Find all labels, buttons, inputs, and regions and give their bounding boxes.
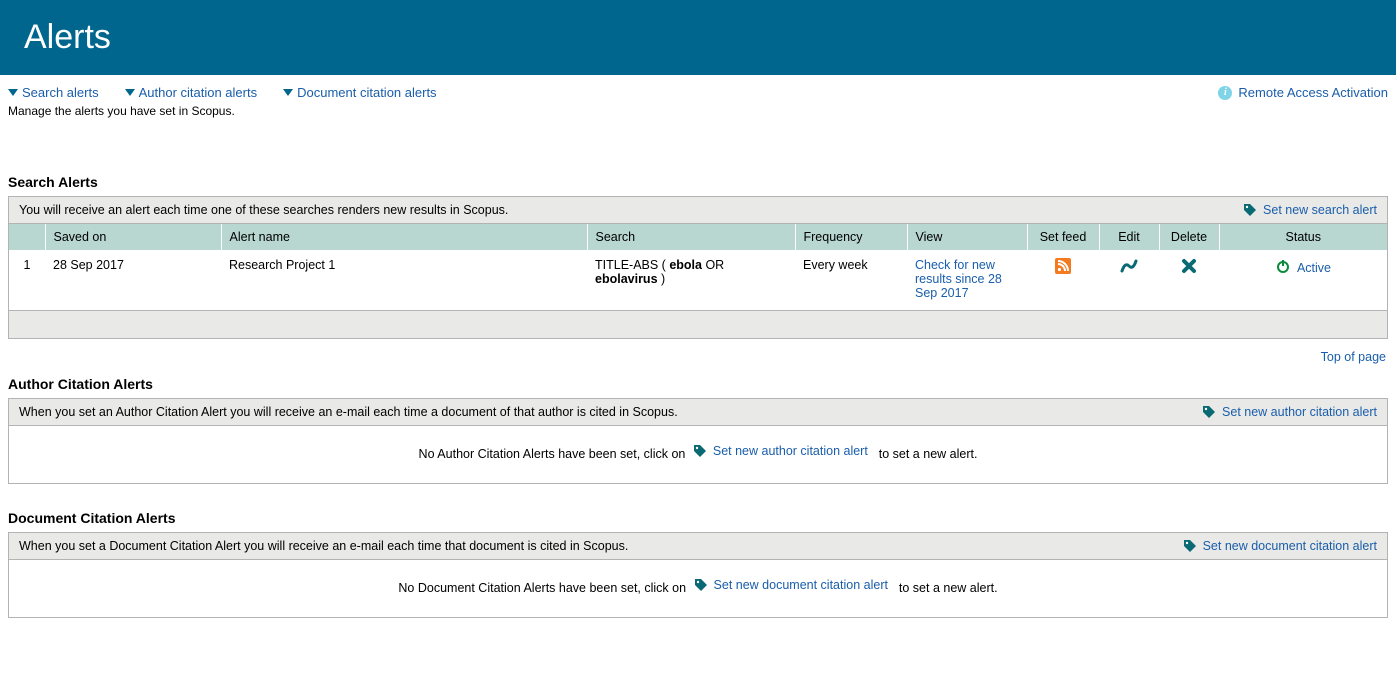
author-empty-message: No Author Citation Alerts have been set,…	[9, 426, 1387, 483]
document-citation-desc: When you set a Document Citation Alert y…	[19, 539, 628, 553]
chevron-down-icon	[125, 89, 135, 96]
search-mid: OR	[702, 258, 724, 272]
cell-frequency: Every week	[795, 250, 907, 310]
set-new-search-alert[interactable]: Set new search alert	[1243, 203, 1377, 217]
document-empty-pre: No Document Citation Alerts have been se…	[398, 581, 686, 595]
edit-icon[interactable]	[1120, 258, 1138, 277]
tag-icon	[693, 444, 707, 458]
rss-icon[interactable]	[1055, 258, 1071, 277]
document-citation-section: Document Citation Alerts When you set a …	[0, 498, 1396, 638]
col-header-view[interactable]: View	[907, 224, 1027, 250]
cell-status: Active	[1219, 250, 1387, 310]
nav-label: Document citation alerts	[297, 85, 436, 100]
col-header-set-feed[interactable]: Set feed	[1027, 224, 1099, 250]
cell-search: TITLE-ABS ( ebola OR ebolavirus )	[587, 250, 795, 310]
set-new-author-inline-label: Set new author citation alert	[713, 444, 868, 458]
chevron-down-icon	[283, 89, 293, 96]
power-icon	[1275, 258, 1291, 277]
set-new-document-citation-alert[interactable]: Set new document citation alert	[1183, 539, 1377, 553]
author-empty-post: to set a new alert.	[879, 447, 978, 461]
cell-delete	[1159, 250, 1219, 310]
cell-saved-on: 28 Sep 2017	[45, 250, 221, 310]
set-new-document-citation-alert-inline[interactable]: Set new document citation alert	[694, 578, 888, 592]
col-header-status[interactable]: Status	[1219, 224, 1387, 250]
search-alerts-panel-head: You will receive an alert each time one …	[9, 197, 1387, 224]
author-citation-section: Author Citation Alerts When you set an A…	[0, 364, 1396, 484]
set-new-document-inline-label: Set new document citation alert	[714, 578, 888, 592]
tag-icon	[1183, 539, 1197, 553]
search-alerts-panel: You will receive an alert each time one …	[8, 196, 1388, 339]
search-keyword: ebola	[669, 258, 702, 272]
set-new-author-citation-alert[interactable]: Set new author citation alert	[1202, 405, 1377, 419]
search-prefix: TITLE-ABS (	[595, 258, 669, 272]
search-alerts-table: Saved on Alert name Search Frequency Vie…	[9, 224, 1387, 310]
set-new-author-label: Set new author citation alert	[1222, 405, 1377, 419]
cell-index: 1	[9, 250, 45, 310]
table-row: 1 28 Sep 2017 Research Project 1 TITLE-A…	[9, 250, 1387, 310]
page-subtitle: Manage the alerts you have set in Scopus…	[0, 102, 1396, 132]
page-banner: Alerts	[0, 0, 1396, 75]
cell-set-feed	[1027, 250, 1099, 310]
chevron-down-icon	[8, 89, 18, 96]
author-citation-title: Author Citation Alerts	[8, 376, 1388, 392]
cell-view: Check for new results since 28 Sep 2017	[907, 250, 1027, 310]
nav-label: Author citation alerts	[139, 85, 258, 100]
delete-icon[interactable]	[1181, 258, 1197, 277]
col-header-alert-name[interactable]: Alert name	[221, 224, 587, 250]
nav-label: Search alerts	[22, 85, 99, 100]
set-new-document-label: Set new document citation alert	[1203, 539, 1377, 553]
author-empty-pre: No Author Citation Alerts have been set,…	[419, 447, 686, 461]
page-title: Alerts	[24, 18, 111, 56]
col-header-search[interactable]: Search	[587, 224, 795, 250]
col-header-saved-on[interactable]: Saved on	[45, 224, 221, 250]
cell-alert-name: Research Project 1	[221, 250, 587, 310]
search-alerts-desc: You will receive an alert each time one …	[19, 203, 508, 217]
check-new-results-link[interactable]: Check for new results since 28 Sep 2017	[915, 258, 1002, 300]
author-citation-desc: When you set an Author Citation Alert yo…	[19, 405, 678, 419]
document-citation-panel-head: When you set a Document Citation Alert y…	[9, 533, 1387, 560]
top-of-page-link[interactable]: Top of page	[1321, 350, 1386, 364]
col-header-delete[interactable]: Delete	[1159, 224, 1219, 250]
search-alerts-panel-foot	[9, 310, 1387, 338]
document-citation-panel: When you set a Document Citation Alert y…	[8, 532, 1388, 618]
table-header-row: Saved on Alert name Search Frequency Vie…	[9, 224, 1387, 250]
document-citation-title: Document Citation Alerts	[8, 510, 1388, 526]
author-citation-panel: When you set an Author Citation Alert yo…	[8, 398, 1388, 484]
tag-icon	[1243, 203, 1257, 217]
set-new-search-alert-label: Set new search alert	[1263, 203, 1377, 217]
remote-access-label: Remote Access Activation	[1238, 85, 1388, 100]
nav-search-alerts[interactable]: Search alerts	[8, 85, 99, 100]
status-label: Active	[1297, 261, 1331, 275]
remote-access-activation[interactable]: i Remote Access Activation	[1218, 85, 1388, 100]
col-header-frequency[interactable]: Frequency	[795, 224, 907, 250]
tag-icon	[694, 578, 708, 592]
search-keyword: ebolavirus	[595, 272, 658, 286]
set-new-author-citation-alert-inline[interactable]: Set new author citation alert	[693, 444, 868, 458]
tag-icon	[1202, 405, 1216, 419]
nav-author-citation-alerts[interactable]: Author citation alerts	[125, 85, 258, 100]
col-header-index	[9, 224, 45, 250]
document-empty-post: to set a new alert.	[899, 581, 998, 595]
col-header-edit[interactable]: Edit	[1099, 224, 1159, 250]
search-suffix: )	[658, 272, 666, 286]
author-citation-panel-head: When you set an Author Citation Alert yo…	[9, 399, 1387, 426]
subnav-left: Search alerts Author citation alerts Doc…	[8, 85, 437, 100]
top-of-page-wrap: Top of page	[0, 339, 1396, 364]
nav-document-citation-alerts[interactable]: Document citation alerts	[283, 85, 436, 100]
subnav-bar: Search alerts Author citation alerts Doc…	[0, 75, 1396, 102]
cell-edit	[1099, 250, 1159, 310]
status-toggle[interactable]: Active	[1275, 258, 1331, 277]
info-icon: i	[1218, 86, 1232, 100]
document-empty-message: No Document Citation Alerts have been se…	[9, 560, 1387, 617]
search-alerts-section: Search Alerts You will receive an alert …	[0, 162, 1396, 339]
search-alerts-title: Search Alerts	[8, 174, 1388, 190]
